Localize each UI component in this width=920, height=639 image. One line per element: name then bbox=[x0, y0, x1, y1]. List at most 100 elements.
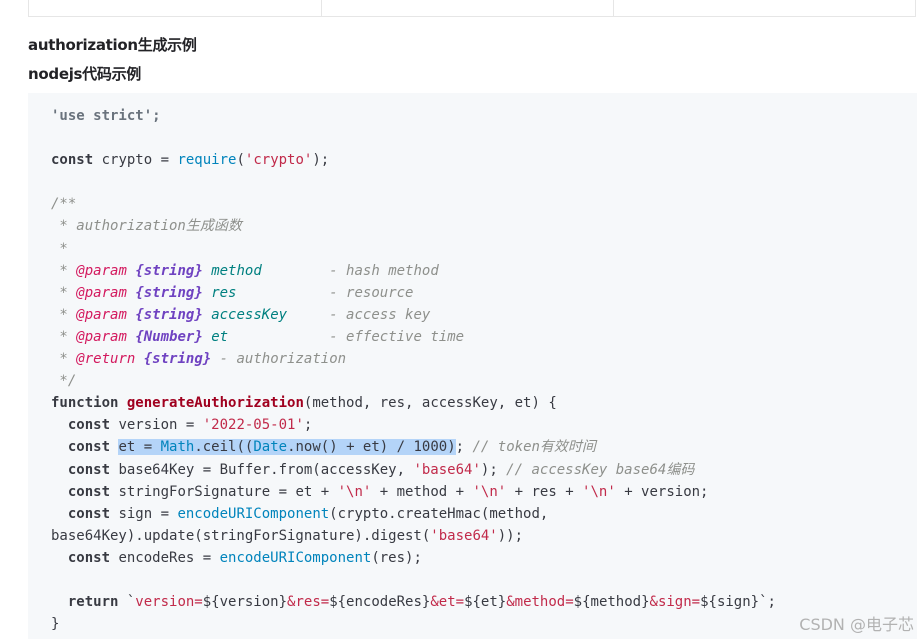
code-token: const bbox=[67, 417, 111, 434]
code-line: return `version=${version}&res=${encodeR… bbox=[51, 591, 776, 613]
code-token: (method, res, accessKey, et) { bbox=[303, 395, 557, 412]
code-token: &res= bbox=[287, 594, 330, 611]
code-token: base64Key).update(stringForSignature).di… bbox=[51, 527, 431, 544]
code-token: ( bbox=[236, 152, 245, 169]
code-content[interactable]: 'use strict'; const crypto = require('cry… bbox=[51, 105, 776, 635]
code-token: ${version} bbox=[202, 594, 288, 611]
code-comment: * bbox=[51, 262, 77, 279]
code-token: '\n' bbox=[582, 483, 616, 500]
code-token: (crypto.createHmac(method, bbox=[329, 505, 549, 522]
code-comment: * bbox=[51, 351, 77, 368]
code-token: ${method} bbox=[573, 594, 650, 611]
code-token: ${encodeRes} bbox=[329, 594, 431, 611]
code-line: } bbox=[51, 613, 776, 635]
code-token: stringForSignature = et + bbox=[110, 483, 338, 500]
code-comment: @param bbox=[76, 284, 127, 301]
code-comment: et bbox=[211, 328, 229, 345]
code-line: * authorization生成函数 bbox=[51, 215, 776, 237]
code-comment: - access key bbox=[287, 306, 431, 323]
code-token: require bbox=[177, 152, 237, 169]
code-comment: - resource bbox=[236, 284, 414, 301]
code-token: '\n' bbox=[337, 483, 372, 500]
code-comment: */ bbox=[51, 373, 77, 390]
code-token: const bbox=[51, 152, 94, 169]
code-token: ; bbox=[455, 439, 465, 456]
code-token: ` bbox=[118, 594, 136, 611]
code-comment: // token有效时间 bbox=[464, 439, 596, 456]
code-token: version = bbox=[110, 417, 203, 434]
code-token: crypto = bbox=[93, 152, 178, 169]
code-comment: @param bbox=[76, 262, 127, 279]
code-comment: {string} bbox=[135, 284, 203, 301]
code-token: .now() + et) / 1000) bbox=[287, 439, 456, 456]
code-token: .ceil(( bbox=[194, 439, 254, 456]
code-line: 'use strict'; bbox=[51, 105, 776, 127]
code-line: const base64Key = Buffer.from(accessKey,… bbox=[51, 459, 776, 481]
code-line: const sign = encodeURIComponent(crypto.c… bbox=[51, 503, 776, 525]
code-comment: * authorization生成函数 bbox=[51, 218, 242, 235]
code-line: * @param {string} res - resource bbox=[51, 282, 776, 304]
code-comment: * bbox=[51, 328, 77, 345]
function-name: generateAuthorization bbox=[126, 395, 304, 412]
code-token: return bbox=[67, 594, 119, 611]
code-line: * bbox=[51, 238, 776, 260]
text-selection[interactable]: et = Math.ceil((Date.now() + et) / 1000) bbox=[118, 439, 456, 456]
code-line: /** bbox=[51, 193, 776, 215]
code-comment: * bbox=[51, 284, 77, 301]
code-line: const version = '2022-05-01'; bbox=[51, 414, 776, 436]
table-column-divider bbox=[613, 0, 614, 17]
code-token: const bbox=[67, 439, 111, 456]
code-token: &et= bbox=[430, 594, 465, 611]
code-token: et = bbox=[118, 439, 161, 456]
code-token: )); bbox=[497, 527, 524, 544]
section-heading-authorization: authorization生成示例 bbox=[28, 36, 197, 54]
table-bottom-edge bbox=[28, 0, 916, 17]
table-column-divider bbox=[321, 0, 322, 17]
code-comment: - authorization bbox=[211, 351, 347, 368]
code-comment: {string} bbox=[143, 351, 212, 368]
section-heading-nodejs: nodejs代码示例 bbox=[28, 65, 141, 83]
code-line: const crypto = require('crypto'); bbox=[51, 149, 776, 171]
code-token: encodeURIComponent bbox=[219, 549, 372, 566]
code-token: (res); bbox=[371, 549, 422, 566]
code-token: ); bbox=[480, 461, 498, 478]
code-token: ); bbox=[312, 152, 330, 169]
code-token: ; bbox=[303, 417, 313, 434]
code-token: function bbox=[51, 395, 119, 412]
code-token: ${sign} bbox=[700, 594, 760, 611]
code-token: const bbox=[67, 505, 111, 522]
code-line: const et = Math.ceil((Date.now() + et) /… bbox=[51, 436, 776, 458]
code-line: const stringForSignature = et + '\n' + m… bbox=[51, 481, 776, 503]
code-comment: accessKey bbox=[211, 306, 288, 323]
code-token: encodeRes = bbox=[110, 549, 220, 566]
code-token: 'base64' bbox=[413, 461, 481, 478]
code-token: ${et} bbox=[464, 594, 507, 611]
code-token: `; bbox=[759, 594, 776, 611]
code-token: + method + bbox=[371, 483, 473, 500]
code-line: * @param {string} accessKey - access key bbox=[51, 304, 776, 326]
code-token: encodeURIComponent bbox=[177, 505, 330, 522]
code-line: * @return {string} - authorization bbox=[51, 348, 776, 370]
code-token: base64Key = Buffer.from(accessKey, bbox=[110, 461, 414, 478]
code-line: base64Key).update(stringForSignature).di… bbox=[51, 525, 776, 547]
code-token: &sign= bbox=[649, 594, 701, 611]
code-token: + version; bbox=[615, 483, 709, 500]
code-token: '2022-05-01' bbox=[202, 417, 304, 434]
code-comment: method bbox=[211, 262, 262, 279]
code-token: 'crypto' bbox=[244, 152, 313, 169]
code-comment: @return bbox=[76, 351, 136, 368]
code-token: Date bbox=[253, 439, 288, 456]
code-token: '\n' bbox=[472, 483, 507, 500]
code-token: + res + bbox=[506, 483, 583, 500]
code-block[interactable]: 'use strict'; const crypto = require('cry… bbox=[28, 93, 917, 639]
code-comment: - effective time bbox=[228, 328, 465, 345]
code-token: const bbox=[67, 461, 111, 478]
code-line: function generateAuthorization(method, r… bbox=[51, 392, 776, 414]
code-token: } bbox=[51, 616, 60, 633]
code-line: */ bbox=[51, 370, 776, 392]
code-line: const encodeRes = encodeURIComponent(res… bbox=[51, 547, 776, 569]
code-token: sign = bbox=[110, 505, 178, 522]
code-token: version= bbox=[135, 594, 203, 611]
